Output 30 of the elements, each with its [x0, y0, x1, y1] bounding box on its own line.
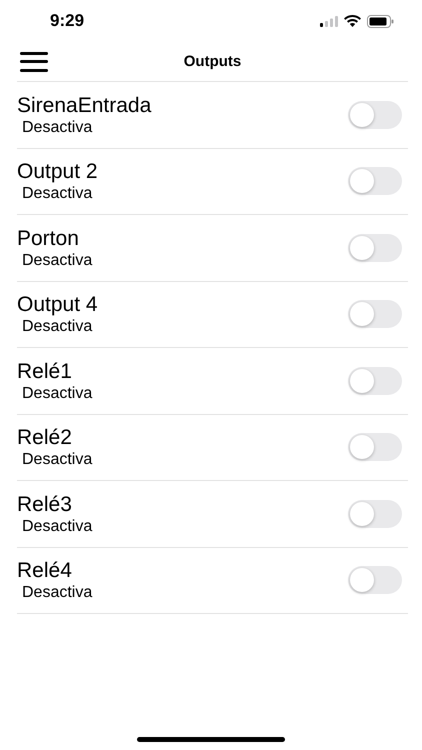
- battery-icon: [367, 14, 394, 28]
- wifi-icon: [344, 15, 361, 27]
- output-status: Desactiva: [22, 516, 92, 537]
- output-status: Desactiva: [22, 118, 92, 138]
- signal-icon: [320, 16, 338, 26]
- output-name: Output 4: [17, 293, 98, 318]
- output-name: Relé1: [17, 360, 72, 384]
- output-name: Relé2: [17, 426, 72, 450]
- toggle-switch[interactable]: [348, 234, 402, 262]
- output-name: Relé4: [17, 559, 72, 584]
- toggle-switch[interactable]: [348, 500, 402, 528]
- output-status: Desactiva: [22, 583, 92, 604]
- output-status: Desactiva: [22, 317, 92, 338]
- status-time: 9:29: [50, 11, 84, 31]
- toggle-switch[interactable]: [348, 300, 402, 328]
- output-name: Output 2: [17, 160, 98, 184]
- output-name: SirenaEntrada: [17, 94, 152, 118]
- output-name: Porton: [17, 226, 79, 251]
- output-status: Desactiva: [22, 250, 92, 271]
- nav-title: Outputs: [184, 53, 242, 70]
- output-name: Relé3: [17, 492, 72, 517]
- output-status: Desactiva: [22, 184, 92, 204]
- menu-icon[interactable]: [20, 52, 48, 72]
- toggle-switch[interactable]: [348, 566, 402, 594]
- toggle-switch[interactable]: [348, 366, 402, 395]
- output-status: Desactiva: [22, 450, 92, 470]
- toggle-switch[interactable]: [348, 433, 402, 462]
- output-status: Desactiva: [22, 384, 92, 404]
- toggle-switch[interactable]: [348, 100, 402, 129]
- toggle-switch[interactable]: [348, 167, 402, 196]
